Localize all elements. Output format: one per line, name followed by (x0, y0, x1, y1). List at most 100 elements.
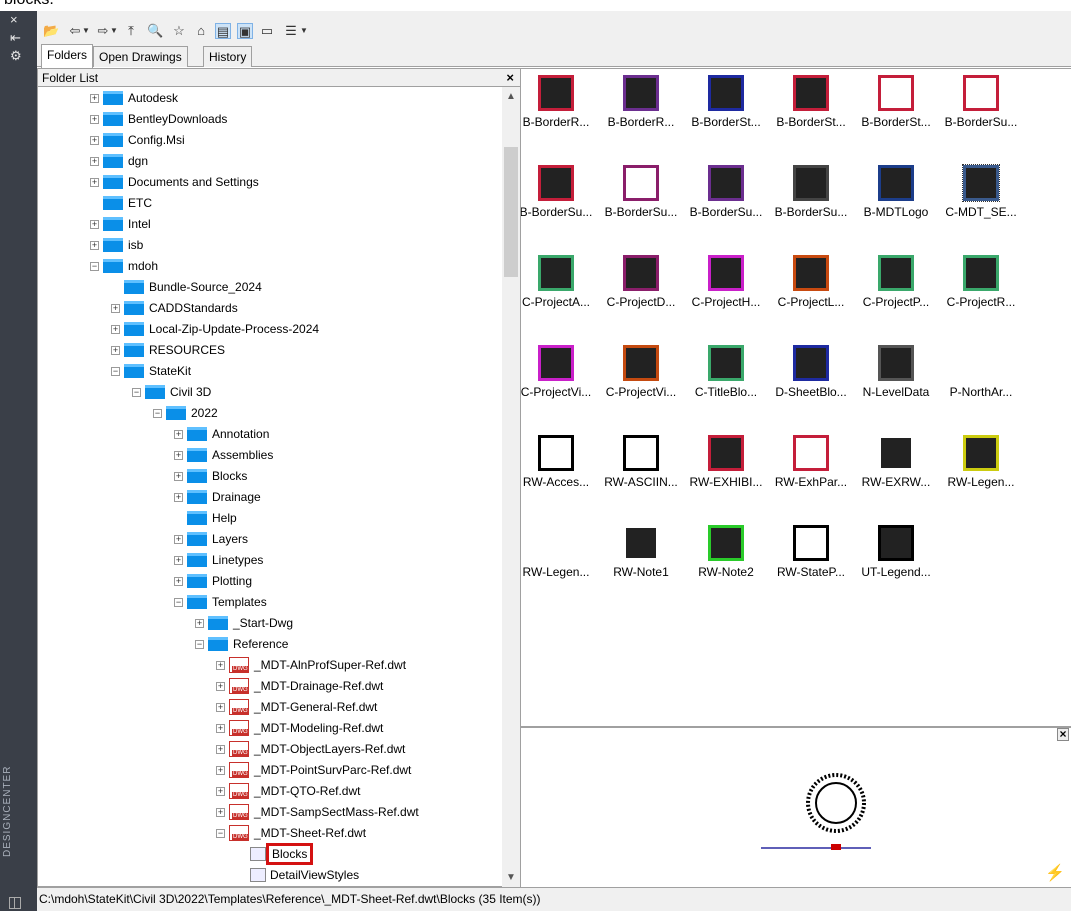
block-thumbnail[interactable] (793, 165, 829, 201)
tree-node[interactable]: + RESOURCES (111, 340, 225, 360)
block-item[interactable]: RW-Legen... (521, 525, 601, 579)
expand-icon[interactable]: + (216, 807, 225, 817)
block-thumbnail[interactable] (623, 525, 659, 561)
tree-node-label[interactable]: Blocks (265, 843, 314, 865)
expand-icon[interactable]: + (174, 555, 183, 565)
block-item[interactable]: B-BorderSu... (766, 165, 856, 219)
expand-icon[interactable]: + (90, 177, 99, 187)
block-item-label[interactable]: UT-Legend... (851, 565, 941, 579)
tree-node-label[interactable]: Help (212, 511, 237, 525)
block-thumbnail[interactable] (878, 165, 914, 201)
block-thumbnail[interactable] (708, 255, 744, 291)
block-thumbnail[interactable] (538, 255, 574, 291)
expand-icon[interactable]: + (111, 345, 120, 355)
tree-node[interactable]: + Linetypes (174, 550, 263, 570)
block-item[interactable]: C-ProjectD... (596, 255, 686, 309)
collapse-icon[interactable]: − (111, 366, 120, 376)
block-item-label[interactable]: C-ProjectA... (521, 295, 601, 309)
block-item[interactable]: B-BorderSu... (521, 165, 601, 219)
expand-icon[interactable]: + (216, 681, 225, 691)
tree-node[interactable]: Help (174, 508, 237, 528)
forward-dropdown-icon[interactable]: ▼ (109, 23, 119, 39)
block-item-label[interactable]: RW-EXRW... (851, 475, 941, 489)
block-item[interactable]: B-BorderSt... (851, 75, 941, 129)
block-thumbnail[interactable] (538, 165, 574, 201)
block-item[interactable]: RW-Legen... (936, 435, 1026, 489)
tree-node[interactable]: + BentleyDownloads (90, 109, 227, 129)
block-item[interactable]: C-ProjectL... (766, 255, 856, 309)
close-icon[interactable]: × (506, 70, 514, 85)
block-item-label[interactable]: B-BorderSu... (596, 205, 686, 219)
block-item-label[interactable]: B-BorderR... (521, 115, 601, 129)
block-item-label[interactable]: C-ProjectP... (851, 295, 941, 309)
block-thumbnail[interactable] (963, 345, 999, 381)
block-item-label[interactable]: C-MDT_SE... (936, 205, 1026, 219)
expand-icon[interactable]: + (216, 723, 225, 733)
tree-node[interactable]: + Documents and Settings (90, 172, 259, 192)
tree-node[interactable]: − Reference (195, 634, 288, 654)
block-item-label[interactable]: N-LevelData (851, 385, 941, 399)
tree-node[interactable]: + Annotation (174, 424, 269, 444)
block-item-label[interactable]: C-ProjectH... (681, 295, 771, 309)
tree-node-label[interactable]: Bundle-Source_2024 (149, 280, 262, 294)
block-thumbnail[interactable] (793, 345, 829, 381)
expand-icon[interactable]: + (216, 744, 225, 754)
block-item[interactable]: C-ProjectP... (851, 255, 941, 309)
tree-node[interactable]: + Autodesk (90, 88, 178, 108)
block-item[interactable]: B-BorderR... (521, 75, 601, 129)
expand-icon[interactable]: + (90, 156, 99, 166)
favorites-icon[interactable]: ☆ (171, 23, 187, 39)
expand-icon[interactable]: + (90, 219, 99, 229)
tree-node-label[interactable]: _MDT-ObjectLayers-Ref.dwt (254, 742, 405, 756)
block-item[interactable]: C-ProjectVi... (521, 345, 601, 399)
tree-node[interactable]: + _MDT-General-Ref.dwt (216, 697, 377, 717)
block-thumbnail[interactable] (623, 165, 659, 201)
up-icon[interactable]: ⤒ (123, 23, 139, 39)
block-item-label[interactable]: B-BorderSt... (681, 115, 771, 129)
expand-icon[interactable]: + (174, 534, 183, 544)
tree-node[interactable]: Bundle-Source_2024 (111, 277, 262, 297)
block-item[interactable]: D-SheetBlo... (766, 345, 856, 399)
block-item[interactable]: C-ProjectA... (521, 255, 601, 309)
search-icon[interactable]: 🔍 (147, 23, 163, 39)
block-item-label[interactable]: RW-ASCIIN... (596, 475, 686, 489)
block-item[interactable]: B-BorderSu... (936, 75, 1026, 129)
back-dropdown-icon[interactable]: ▼ (81, 23, 91, 39)
tree-node[interactable]: + _MDT-QTO-Ref.dwt (216, 781, 360, 801)
expand-icon[interactable]: + (174, 429, 183, 439)
block-thumbnail[interactable] (538, 75, 574, 111)
tree-node-label[interactable]: Layers (212, 532, 248, 546)
close-icon[interactable]: × (10, 13, 18, 27)
tree-node-label[interactable]: Autodesk (128, 91, 178, 105)
block-item[interactable]: C-TitleBlo... (681, 345, 771, 399)
block-item-label[interactable]: C-ProjectD... (596, 295, 686, 309)
views-dropdown-icon[interactable]: ▼ (299, 23, 309, 39)
block-thumbnail[interactable] (623, 345, 659, 381)
block-item-label[interactable]: RW-ExhPar... (766, 475, 856, 489)
tree-node-label[interactable]: Local-Zip-Update-Process-2024 (149, 322, 319, 336)
expand-icon[interactable]: + (90, 93, 99, 103)
block-thumbnail[interactable] (962, 164, 1000, 202)
block-item-label[interactable]: RW-Note1 (596, 565, 686, 579)
expand-icon[interactable]: + (174, 492, 183, 502)
views-icon[interactable]: ☰ (283, 23, 299, 39)
tree-node-label[interactable]: Assemblies (212, 448, 273, 462)
tree-node[interactable]: Blocks (237, 843, 314, 865)
tree-node[interactable]: + _Start-Dwg (195, 613, 293, 633)
block-item[interactable]: B-MDTLogo (851, 165, 941, 219)
expand-icon[interactable]: + (216, 786, 225, 796)
block-thumbnail[interactable] (708, 75, 744, 111)
tree-node[interactable]: + _MDT-Modeling-Ref.dwt (216, 718, 383, 738)
tree-node-label[interactable]: _MDT-PointSurvParc-Ref.dwt (254, 763, 411, 777)
block-item[interactable]: C-MDT_SE... (936, 164, 1026, 219)
block-thumbnail[interactable] (538, 435, 574, 471)
expand-icon[interactable]: + (111, 324, 120, 334)
scroll-down-icon[interactable]: ▼ (506, 872, 516, 883)
tree-node[interactable]: − StateKit (111, 361, 191, 381)
expand-icon[interactable]: + (90, 114, 99, 124)
tree-node[interactable]: − mdoh (90, 256, 158, 276)
tree-node-label[interactable]: Drainage (212, 490, 261, 504)
block-thumbnail[interactable] (963, 435, 999, 471)
block-item[interactable]: B-BorderSt... (766, 75, 856, 129)
tree-node[interactable]: + Drainage (174, 487, 261, 507)
